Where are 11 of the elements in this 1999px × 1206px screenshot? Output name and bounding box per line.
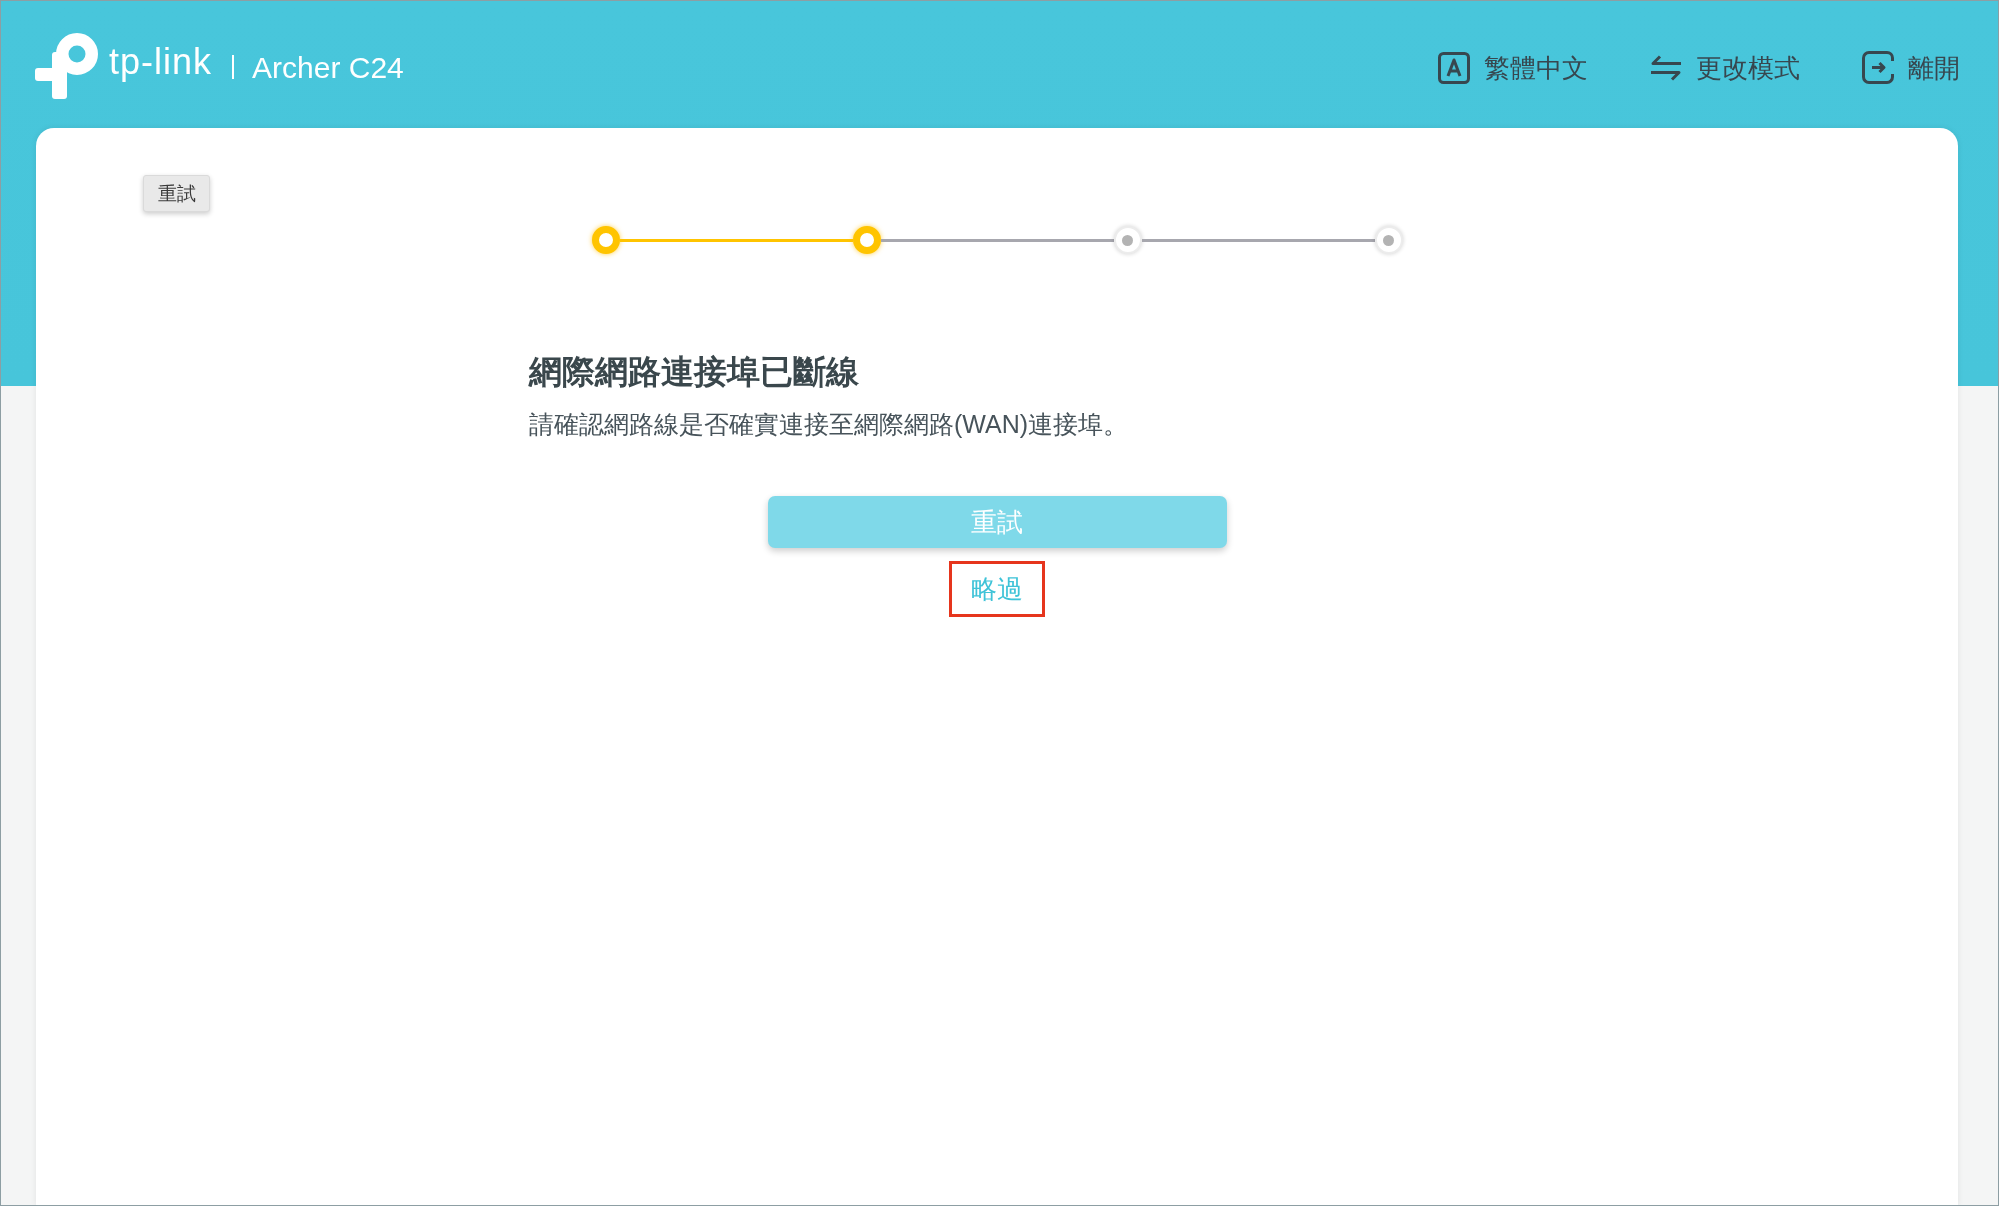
language-button[interactable]: 繁體中文 bbox=[1438, 51, 1588, 84]
exit-button[interactable]: 離開 bbox=[1862, 51, 1960, 84]
change-mode-button[interactable]: 更改模式 bbox=[1650, 51, 1800, 84]
exit-icon bbox=[1862, 51, 1894, 84]
language-icon bbox=[1438, 51, 1470, 84]
model-name: Archer C24 bbox=[252, 49, 404, 86]
error-title: 網際網路連接埠已斷線 bbox=[529, 352, 860, 392]
tooltip: 重試 bbox=[143, 175, 210, 212]
logo-wordmark: tp-link bbox=[109, 41, 213, 82]
logo-icon bbox=[35, 32, 101, 99]
error-description: 請確認網路線是否確實連接至網際網路(WAN)連接埠。 bbox=[529, 409, 1130, 440]
